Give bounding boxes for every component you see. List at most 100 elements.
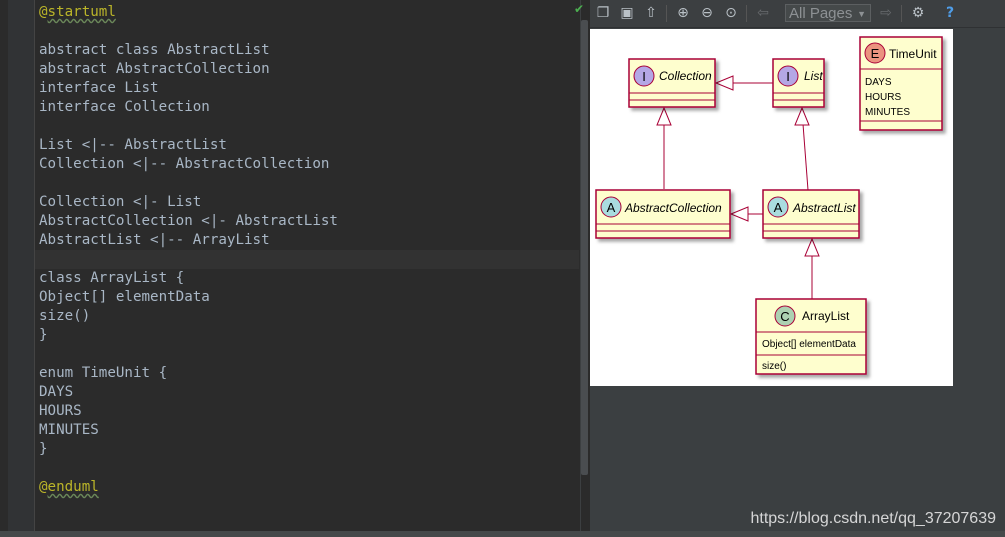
enum-value: DAYS <box>865 77 892 88</box>
code-line[interactable]: } <box>39 326 579 345</box>
code-line[interactable]: interface Collection <box>39 98 579 117</box>
code-line[interactable]: @startuml <box>39 3 579 22</box>
check-icon: ✔ <box>574 2 585 16</box>
class-name: List <box>804 69 823 83</box>
code-token: Collection <|-- AbstractCollection <box>39 156 330 172</box>
pages-select[interactable]: All Pages ▼ <box>785 4 871 22</box>
code-line[interactable]: Object[] elementData <box>39 288 579 307</box>
class-diagram: I Collection I List E TimeUnit DAYS HOUR… <box>595 36 943 375</box>
arrowhead <box>794 106 810 126</box>
code-line[interactable]: @enduml <box>39 478 579 497</box>
class-method: size() <box>762 361 786 372</box>
class-box-abstractcollection[interactable]: A AbstractCollection <box>595 189 731 239</box>
code-line[interactable]: abstract class AbstractList <box>39 41 579 60</box>
previous-page-icon[interactable]: ⇦ <box>754 4 772 22</box>
stereotype-letter: A <box>774 200 783 215</box>
code-line[interactable]: class ArrayList { <box>39 269 579 288</box>
arrowhead <box>729 206 749 222</box>
class-box-timeunit[interactable]: E TimeUnit DAYS HOURS MINUTES <box>859 36 943 131</box>
save-icon[interactable]: ▣ <box>618 4 636 22</box>
code-line[interactable] <box>39 22 579 41</box>
code-token: @ <box>39 4 48 20</box>
code-token: class ArrayList { <box>39 270 185 286</box>
fold-strip <box>0 0 8 537</box>
chevron-down-icon: ▼ <box>857 9 866 19</box>
watermark: https://blog.csdn.net/qq_37207639 <box>750 510 996 527</box>
code-token: List <|-- AbstractList <box>39 137 227 153</box>
toolbar-separator <box>746 5 747 22</box>
actual-size-icon[interactable]: ⊙ <box>722 4 740 22</box>
next-page-icon[interactable]: ⇨ <box>877 4 895 22</box>
plantuml-preview-panel: ❐ ▣ ⇧ ⊕ ⊖ ⊙ ⇦ All Pages ▼ ⇨ ⚙ ? I Collec… <box>590 0 1005 537</box>
class-name: Collection <box>659 69 712 83</box>
code-token: interface List <box>39 80 159 96</box>
toolbar-separator <box>666 5 667 22</box>
code-token: interface Collection <box>39 99 210 115</box>
code-line[interactable]: DAYS <box>39 383 579 402</box>
code-token: } <box>39 441 48 457</box>
class-box-collection[interactable]: I Collection <box>628 58 716 108</box>
stereotype-letter: C <box>780 309 789 324</box>
code-line[interactable] <box>39 117 579 136</box>
code-editor[interactable]: @startuml abstract class AbstractList abst… <box>35 0 580 537</box>
code-line[interactable]: Collection <|-- AbstractCollection <box>39 155 579 174</box>
editor-scroll-thumb[interactable] <box>581 20 588 475</box>
code-token: enduml <box>47 479 99 495</box>
stereotype-letter: A <box>607 200 616 215</box>
settings-icon[interactable]: ⚙ <box>909 4 927 22</box>
arrowhead <box>804 237 820 257</box>
code-token: AbstractCollection <|- AbstractList <box>39 213 338 229</box>
code-line[interactable] <box>39 174 579 193</box>
zoom-out-icon[interactable]: ⊖ <box>698 4 716 22</box>
zoom-in-icon[interactable]: ⊕ <box>674 4 692 22</box>
code-line[interactable]: AbstractList <|-- ArrayList <box>39 231 579 250</box>
line-gutter <box>0 0 35 537</box>
code-line[interactable]: } <box>39 440 579 459</box>
stereotype-letter: E <box>871 46 880 61</box>
class-name: AbstractCollection <box>624 201 722 215</box>
code-token: abstract AbstractCollection <box>39 61 270 77</box>
code-line[interactable]: List <|-- AbstractList <box>39 136 579 155</box>
code-line[interactable]: abstract AbstractCollection <box>39 60 579 79</box>
code-token: HOURS <box>39 403 82 419</box>
class-box-arraylist[interactable]: C ArrayList Object[] elementData size() <box>755 298 867 375</box>
code-line[interactable]: interface List <box>39 79 579 98</box>
copy-icon[interactable]: ❐ <box>594 4 612 22</box>
code-token: AbstractList <|-- ArrayList <box>39 232 270 248</box>
code-line[interactable] <box>39 459 579 478</box>
code-token: } <box>39 327 48 343</box>
code-line[interactable]: HOURS <box>39 402 579 421</box>
toolbar-separator <box>901 5 902 22</box>
code-token: enum TimeUnit { <box>39 365 168 381</box>
class-field: Object[] elementData <box>762 339 856 350</box>
code-token: abstract class AbstractList <box>39 42 270 58</box>
class-name: TimeUnit <box>889 47 937 61</box>
code-line[interactable] <box>35 250 579 269</box>
class-name: ArrayList <box>802 309 850 323</box>
code-token: Object[] elementData <box>39 289 210 305</box>
enum-value: HOURS <box>865 92 901 103</box>
status-bar <box>0 531 1005 537</box>
pages-select-label: All Pages <box>789 5 853 22</box>
diagram-canvas: I Collection I List E TimeUnit DAYS HOUR… <box>590 29 953 386</box>
code-token: MINUTES <box>39 422 99 438</box>
preview-toolbar: ❐ ▣ ⇧ ⊕ ⊖ ⊙ ⇦ All Pages ▼ ⇨ ⚙ ? <box>590 0 1005 28</box>
code-token: @ <box>39 479 48 495</box>
code-line[interactable] <box>39 345 579 364</box>
export-icon[interactable]: ⇧ <box>642 4 660 22</box>
enum-value: MINUTES <box>865 107 910 118</box>
class-box-abstractlist[interactable]: A AbstractList <box>762 189 860 239</box>
class-name: AbstractList <box>792 201 856 215</box>
code-line[interactable]: AbstractCollection <|- AbstractList <box>39 212 579 231</box>
edge-abstractlist-list <box>802 123 809 191</box>
class-box-list[interactable]: I List <box>772 58 825 108</box>
help-icon[interactable]: ? <box>941 4 959 22</box>
code-line[interactable]: Collection <|- List <box>39 193 579 212</box>
code-line[interactable]: enum TimeUnit { <box>39 364 579 383</box>
code-line[interactable]: size() <box>39 307 579 326</box>
relationships <box>656 75 820 299</box>
code-token: DAYS <box>39 384 74 400</box>
code-line[interactable]: MINUTES <box>39 421 579 440</box>
code-token: Collection <|- List <box>39 194 202 210</box>
code-token: size() <box>39 308 91 324</box>
